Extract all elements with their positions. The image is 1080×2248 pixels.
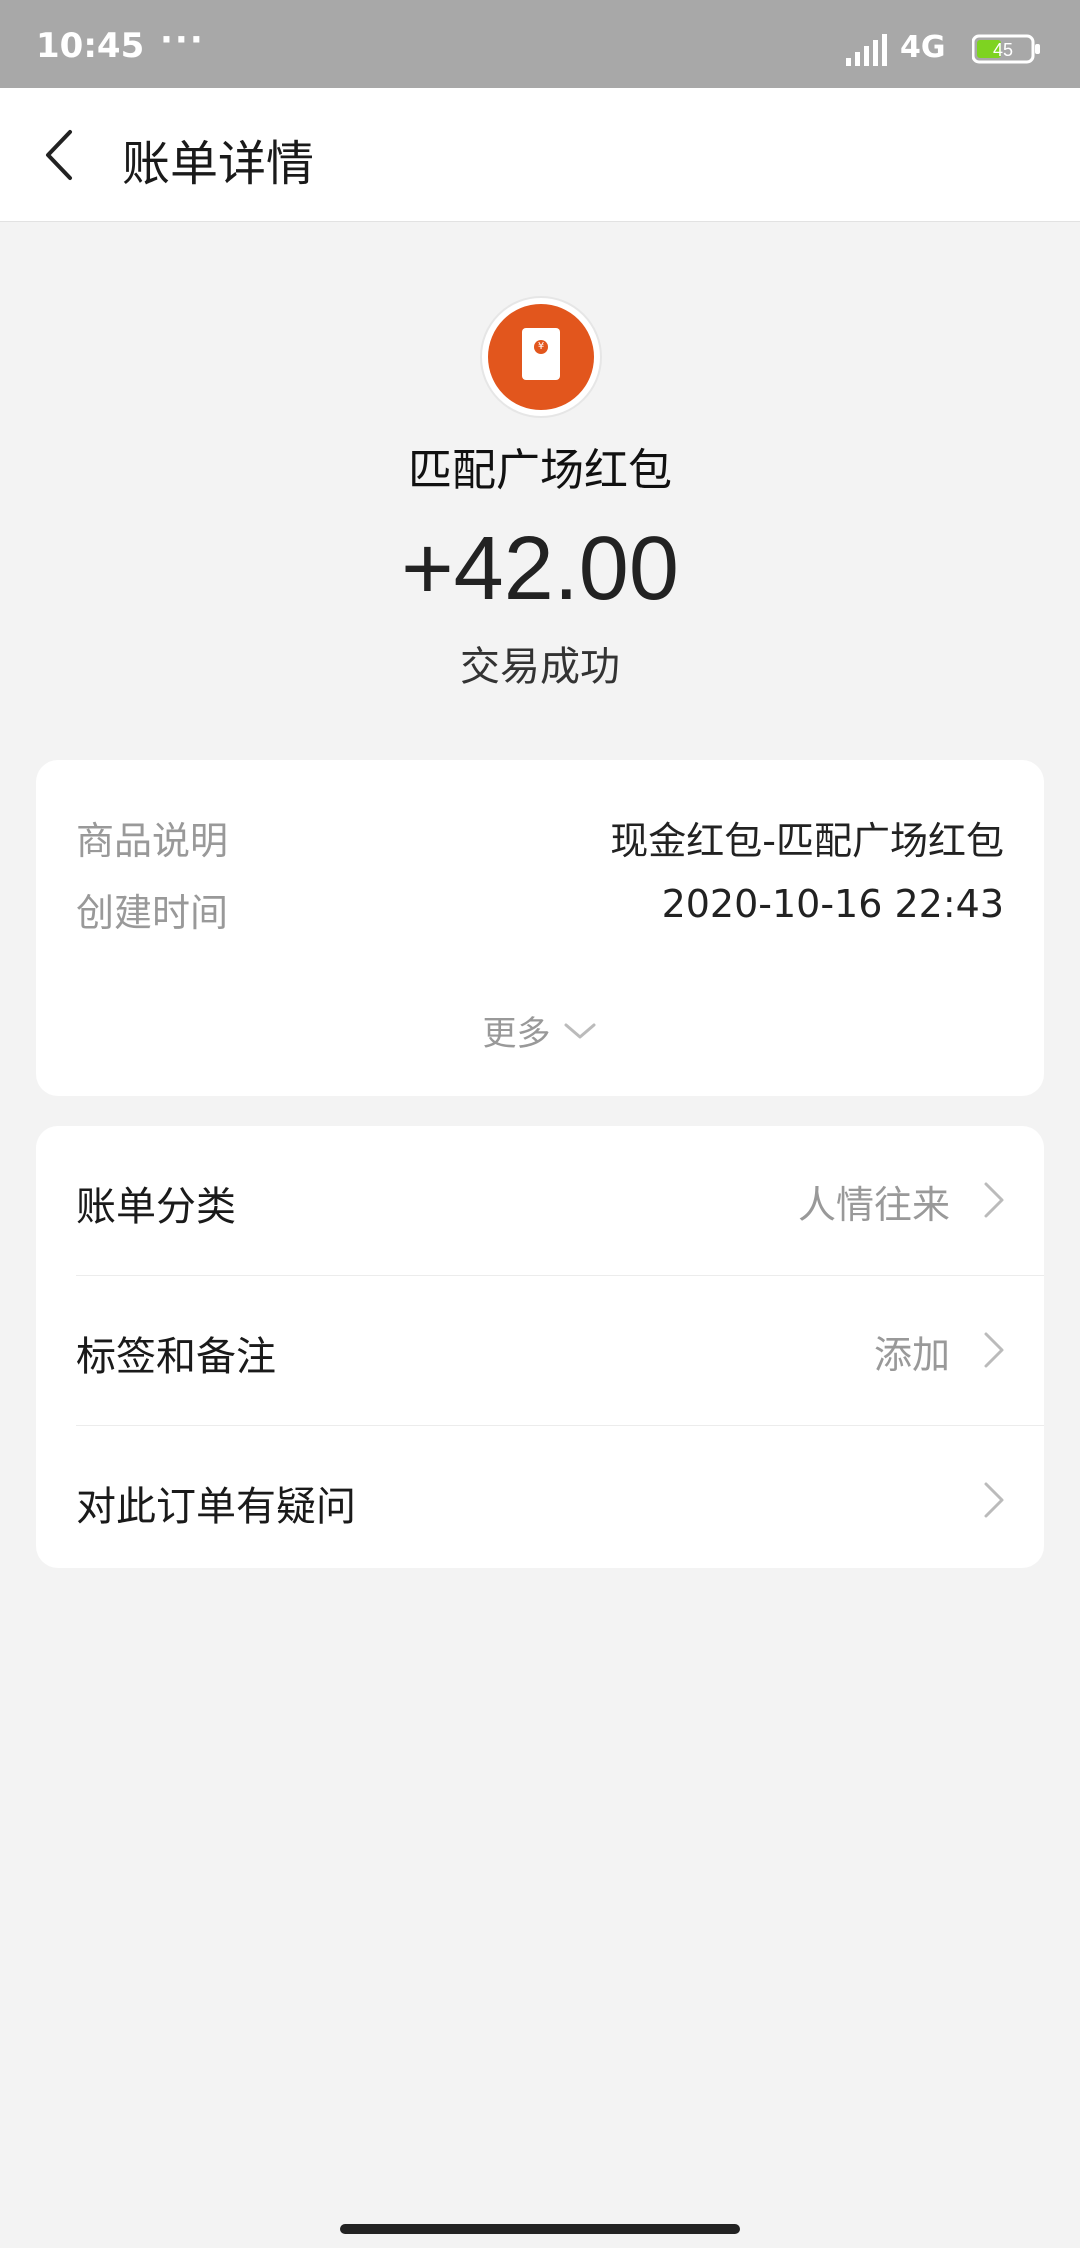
transaction-amount: +42.00: [401, 519, 679, 619]
status-bar: 10:45 ··· 4G 45: [0, 0, 1080, 88]
chevron-right-icon: [984, 1332, 1004, 1368]
details-card: 商品说明 现金红包-匹配广场红包 创建时间 2020-10-16 22:43 更…: [36, 760, 1044, 1096]
detail-label-created-time: 创建时间: [76, 891, 229, 935]
chevron-down-icon: [564, 1023, 596, 1038]
status-time: 10:45: [36, 26, 145, 66]
chevron-right-icon: [984, 1482, 1004, 1518]
back-button[interactable]: [30, 118, 100, 192]
battery-icon: 45: [972, 34, 1040, 64]
red-envelope-icon: ¥: [488, 304, 594, 410]
bill-category-label: 账单分类: [76, 1184, 236, 1230]
detail-value-created-time: 2020-10-16 22:43: [661, 882, 1004, 926]
tags-notes-value: 添加: [873, 1333, 950, 1377]
more-button[interactable]: 更多: [36, 1006, 1044, 1066]
signal-icon: [846, 34, 887, 66]
bill-category-row[interactable]: 账单分类 人情往来: [36, 1126, 1044, 1276]
detail-value-product: 现金红包-匹配广场红包: [610, 819, 1004, 863]
battery-level: 45: [993, 40, 1013, 60]
detail-label-product: 商品说明: [76, 819, 229, 863]
home-indicator[interactable]: [340, 2224, 740, 2234]
tags-notes-label: 标签和备注: [76, 1334, 276, 1380]
status-more-dots: ···: [160, 20, 205, 60]
header: 账单详情: [0, 88, 1080, 222]
bill-category-value: 人情往来: [797, 1183, 950, 1227]
network-label: 4G: [900, 30, 946, 65]
tags-notes-row[interactable]: 标签和备注 添加: [36, 1276, 1044, 1426]
chevron-left-icon: [46, 130, 72, 180]
chevron-right-icon: [984, 1182, 1004, 1218]
order-question-label: 对此订单有疑问: [76, 1484, 356, 1530]
actions-card: 账单分类 人情往来 标签和备注 添加 对此订单有疑问: [36, 1126, 1044, 1568]
order-question-row[interactable]: 对此订单有疑问: [36, 1426, 1044, 1576]
page-title: 账单详情: [122, 136, 315, 192]
merchant-name: 匹配广场红包: [408, 445, 672, 496]
avatar: ¥: [480, 296, 602, 418]
transaction-status: 交易成功: [460, 644, 620, 690]
more-label: 更多: [482, 1014, 551, 1054]
